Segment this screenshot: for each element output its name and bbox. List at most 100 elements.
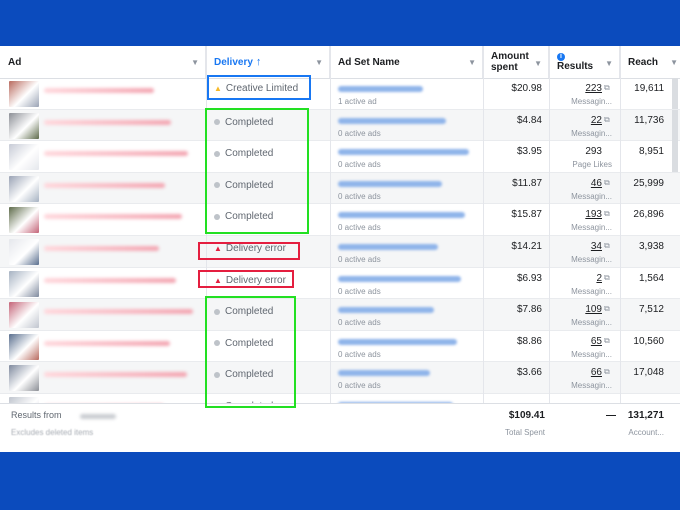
scrollbar-segment[interactable]	[672, 109, 678, 141]
info-icon[interactable]: i	[557, 52, 565, 61]
amount-spent: $20.98	[511, 83, 542, 94]
ad-set-name-link[interactable]	[338, 370, 430, 377]
comparison-icon[interactable]: ⧉	[604, 273, 610, 283]
active-ads-count: 0 active ads	[338, 286, 381, 296]
column-divider	[483, 46, 484, 452]
reach-value: 25,999	[633, 177, 664, 189]
highlight-box-green	[205, 108, 309, 234]
ad-set-name-link[interactable]	[338, 212, 465, 219]
ad-set-name-link[interactable]	[338, 117, 446, 124]
redacted-ad-name	[44, 246, 159, 251]
chevron-down-icon: ▼	[605, 59, 613, 68]
result-type-label: Messagin...	[571, 223, 612, 233]
comparison-icon[interactable]: ⧉	[604, 336, 610, 346]
scrollbar-segment[interactable]	[672, 236, 678, 267]
ad-thumbnail[interactable]	[9, 239, 39, 265]
table-row[interactable]: Completed 0 active ads $11.87 46 ⧉ Messagin..…	[0, 172, 680, 205]
result-value[interactable]: 2	[556, 273, 602, 284]
result-value[interactable]: 223	[556, 83, 602, 94]
table-row[interactable]: ▲ Creative Limited 1 active ad $20.98 223 ⧉ Me…	[0, 78, 680, 110]
result-value[interactable]: 34	[556, 241, 602, 252]
top-band	[0, 0, 680, 46]
column-header-delivery[interactable]: Delivery ↑ ▼	[206, 46, 330, 78]
results-total: —	[606, 410, 616, 421]
highlight-box-blue	[207, 75, 311, 100]
scrollbar-segment[interactable]	[672, 299, 678, 330]
ad-thumbnail[interactable]	[9, 365, 39, 392]
ad-thumbnail[interactable]	[9, 81, 39, 107]
result-value[interactable]: 293	[556, 146, 602, 157]
result-type-label: Messagin...	[571, 255, 612, 264]
reach-value: 3,938	[638, 241, 664, 252]
scrollbar-segment[interactable]	[672, 78, 678, 109]
amount-spent: $7.86	[516, 304, 542, 316]
table-row[interactable]: Completed 0 active ads $3.95 293 Page Likes 8…	[0, 141, 680, 173]
ad-thumbnail[interactable]	[9, 207, 39, 234]
amount-spent: $8.86	[516, 335, 542, 347]
comparison-icon[interactable]: ⧉	[604, 83, 610, 93]
result-value[interactable]: 22	[556, 115, 602, 126]
column-divider	[330, 46, 331, 452]
comparison-icon[interactable]: ⧉	[604, 241, 610, 251]
ad-set-name-link[interactable]	[338, 307, 434, 314]
redacted-ad-name	[44, 340, 170, 346]
result-value[interactable]: 66	[556, 367, 602, 378]
ad-thumbnail[interactable]	[9, 333, 39, 360]
footer-excludes-label: Excludes deleted items	[11, 428, 94, 437]
ad-thumbnail[interactable]	[9, 144, 39, 171]
scrollbar-segment[interactable]	[672, 268, 678, 299]
column-header-ad[interactable]: Ad ▼	[0, 46, 206, 78]
column-header-ad-set-name[interactable]: Ad Set Name ▼	[330, 46, 483, 78]
result-value[interactable]: 109	[556, 304, 602, 315]
table-row[interactable]: ▲ Delivery error 0 active ads $14.21 34 ⧉ Mess…	[0, 236, 680, 268]
result-value[interactable]: 46	[556, 178, 602, 189]
amount-spent: $15.87	[511, 209, 542, 221]
column-header-results[interactable]: i Results ▼	[549, 46, 620, 78]
reach-total-label: Account...	[628, 428, 664, 437]
comparison-icon[interactable]: ⧉	[604, 209, 610, 219]
redacted-text	[80, 414, 116, 419]
scrollbar-segment[interactable]	[672, 141, 678, 173]
table-row[interactable]: Completed 0 active ads $7.86 109 ⧉ Messagin..…	[0, 299, 680, 331]
ad-set-name-link[interactable]	[338, 244, 438, 250]
active-ads-count: 0 active ads	[338, 381, 381, 391]
scrollbar-segment[interactable]	[672, 362, 678, 393]
total-spent-label: Total Spent	[504, 428, 545, 437]
ad-thumbnail[interactable]	[9, 175, 39, 202]
scrollbar-segment[interactable]	[672, 331, 678, 362]
comparison-icon[interactable]: ⧉	[604, 178, 610, 188]
result-type-label: Messagin...	[571, 318, 612, 328]
ad-thumbnail[interactable]	[9, 302, 39, 329]
ad-thumbnail[interactable]	[9, 270, 39, 297]
result-value[interactable]: 193	[556, 209, 602, 220]
table-row[interactable]: Completed 0 active ads $8.86 65 ⧉ Messagin...…	[0, 331, 680, 363]
comparison-icon[interactable]: ⧉	[604, 304, 610, 314]
comparison-icon[interactable]: ⧉	[604, 115, 610, 125]
ad-set-name-link[interactable]	[338, 180, 442, 187]
result-type-label: Page Likes	[572, 160, 612, 170]
reach-value: 26,896	[633, 209, 664, 221]
table-row[interactable]: Completed 0 active ads $3.66 66 ⧉ Messagin...…	[0, 362, 680, 394]
ad-set-name-link[interactable]	[338, 149, 469, 156]
table-row[interactable]: ▲ Delivery error 0 active ads $6.93 2 ⧉ Messag…	[0, 268, 680, 300]
scrollbar-segment[interactable]	[672, 204, 678, 235]
ad-thumbnail[interactable]	[9, 112, 39, 139]
redacted-ad-name	[44, 309, 193, 315]
comparison-icon[interactable]: ⧉	[604, 367, 610, 377]
scrollbar-segment[interactable]	[672, 173, 678, 204]
active-ads-count: 0 active ads	[338, 191, 381, 201]
ad-set-name-link[interactable]	[338, 338, 457, 345]
chevron-down-icon: ▼	[468, 58, 476, 67]
column-header-amount-spent[interactable]: Amount spent ▼	[483, 46, 549, 78]
table-row[interactable]: Completed 0 active ads $15.87 193 ⧉ Messagin.…	[0, 204, 680, 236]
result-value[interactable]: 65	[556, 336, 602, 347]
column-header-reach[interactable]: Reach ▼	[620, 46, 680, 78]
active-ads-count: 0 active ads	[338, 223, 381, 233]
redacted-ad-name	[44, 119, 171, 125]
redacted-ad-name	[44, 372, 187, 378]
ad-set-name-link[interactable]	[338, 86, 423, 92]
table-row[interactable]: Completed 0 active ads $4.84 22 ⧉ Messagin...…	[0, 109, 680, 142]
reach-value: 17,048	[633, 367, 664, 379]
reach-total: 131,271	[627, 410, 664, 421]
ad-set-name-link[interactable]	[338, 275, 461, 282]
